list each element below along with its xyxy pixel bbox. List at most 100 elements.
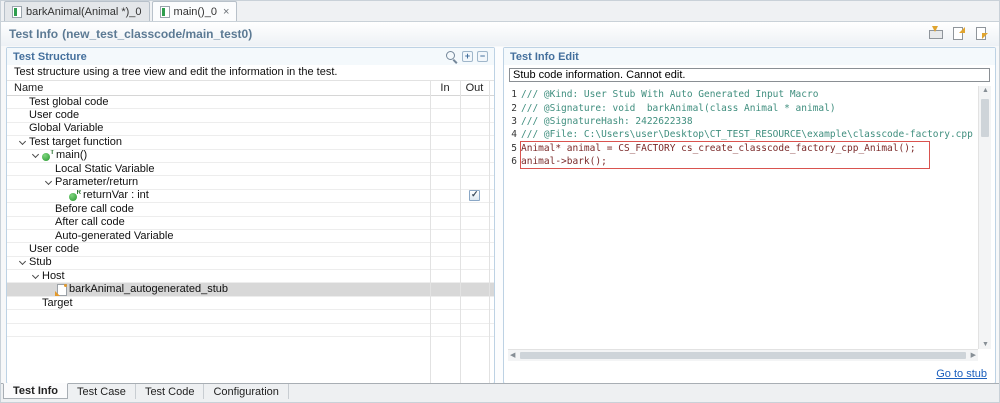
tree-row-name: barkAnimal_autogenerated_stub xyxy=(7,283,430,296)
view-tab-test-info[interactable]: Test Info xyxy=(3,383,69,399)
code-line: 4 /// @File: C:\Users\user\Desktop\CT_TES… xyxy=(508,128,977,141)
tree-row[interactable]: returnVar : int xyxy=(7,189,494,204)
chevron-down-icon[interactable] xyxy=(28,154,42,157)
tree-item-label: barkAnimal_autogenerated_stub xyxy=(69,283,229,296)
tree-item-label: Parameter/return xyxy=(55,177,139,189)
page-title: Test Info (new_test_classcode/main_test0) xyxy=(9,27,252,41)
tree-row-name: Host xyxy=(7,271,430,282)
code-text: /// @Signature: void barkAnimal(class An… xyxy=(521,102,836,114)
chevron-down-icon[interactable] xyxy=(41,181,55,184)
code-line: 5 Animal* animal = CS_FACTORY cs_create_c… xyxy=(508,142,977,155)
test-file-icon xyxy=(12,5,22,18)
scroll-left-icon[interactable]: ◀ xyxy=(510,351,515,359)
view-tab-test-code[interactable]: Test Code xyxy=(136,384,205,399)
import-icon[interactable] xyxy=(973,26,989,40)
search-icon[interactable] xyxy=(445,50,458,63)
test-info-edit-title: Test Info Edit xyxy=(510,50,579,63)
tree-cell-out xyxy=(460,189,489,202)
stub-icon xyxy=(55,283,67,296)
scroll-right-icon[interactable]: ▶ xyxy=(971,351,976,359)
view-tab-label: Configuration xyxy=(213,385,279,398)
method-icon xyxy=(42,150,54,162)
tree-row-name: User code xyxy=(7,110,430,121)
scroll-down-icon[interactable]: ▼ xyxy=(979,341,991,348)
vertical-scrollbar[interactable]: ▲ ▼ xyxy=(978,86,991,349)
tree-item-label: Target xyxy=(42,297,73,309)
tree-row[interactable]: User code xyxy=(7,243,494,257)
tree-row[interactable]: Test target function xyxy=(7,136,494,150)
tree-item-label: Auto-generated Variable xyxy=(55,230,174,242)
test-structure-tree: Name In Out Test global code User code Glo… xyxy=(7,80,494,383)
horizontal-scroll-thumb[interactable] xyxy=(520,352,966,359)
code-text: /// @Kind: User Stub With Auto Generated… xyxy=(521,89,819,101)
tree-row[interactable]: Stub xyxy=(7,257,494,271)
tree-row[interactable]: Target xyxy=(7,297,494,311)
column-divider xyxy=(460,81,461,383)
tree-row-name: Auto-generated Variable xyxy=(7,231,430,242)
vertical-scroll-thumb[interactable] xyxy=(981,99,989,137)
page-title-text: Test Info xyxy=(9,27,59,41)
code-lines: 1 /// @Kind: User Stub With Auto Generate… xyxy=(508,88,977,168)
tree-row[interactable]: Auto-generated Variable xyxy=(7,230,494,244)
tab-close-icon[interactable]: × xyxy=(223,6,229,17)
save-icon[interactable] xyxy=(927,26,943,40)
tree-row[interactable]: Before call code xyxy=(7,203,494,217)
tree-item-label: main() xyxy=(56,150,88,162)
tree-row[interactable]: Host xyxy=(7,270,494,284)
tree-row[interactable]: User code xyxy=(7,109,494,123)
tree-row[interactable]: Parameter/return xyxy=(7,176,494,190)
test-info-edit-header: Test Info Edit xyxy=(504,48,995,65)
line-number: 4 xyxy=(511,129,517,141)
tree-item-label: Stub xyxy=(29,257,52,269)
collapse-all-icon[interactable] xyxy=(477,51,488,62)
out-checkbox[interactable] xyxy=(469,189,480,202)
view-tab-test-case[interactable]: Test Case xyxy=(68,384,136,399)
tree-row xyxy=(7,324,494,338)
tree-row-name: User code xyxy=(7,244,430,255)
code-line: 1 /// @Kind: User Stub With Auto Generate… xyxy=(508,88,977,101)
goto-stub-link[interactable]: Go to stub xyxy=(936,368,987,380)
editor-tab-label: barkAnimal(Animal *)_0 xyxy=(26,5,142,18)
tree-row-name: Parameter/return xyxy=(7,177,430,188)
editor-tab[interactable]: main()_0 × xyxy=(151,1,238,21)
code-line: 2 /// @Signature: void barkAnimal(class A… xyxy=(508,101,977,114)
status-strip xyxy=(1,399,999,402)
test-structure-title: Test Structure xyxy=(13,50,87,63)
tree-column-headers: Name In Out xyxy=(7,81,494,96)
export-icon[interactable] xyxy=(950,26,966,40)
view-tab-label: Test Case xyxy=(77,385,126,398)
tree-item-label: Host xyxy=(42,270,65,282)
test-structure-panel: Test Structure Test structure using a tr… xyxy=(6,47,495,384)
tree-row[interactable]: main() xyxy=(7,150,494,163)
stub-code-viewer: 1 /// @Kind: User Stub With Auto Generate… xyxy=(508,86,991,361)
chevron-down-icon[interactable] xyxy=(15,141,29,144)
tree-row[interactable]: Test global code xyxy=(7,96,494,110)
view-tab-bar: Test Info Test Case Test Code Configuration xyxy=(1,383,999,399)
tree-row-name: returnVar : int xyxy=(7,190,430,202)
tree-row-name: Before call code xyxy=(7,204,430,215)
tree-row[interactable]: Local Static Variable xyxy=(7,163,494,177)
scroll-up-icon[interactable]: ▲ xyxy=(979,87,991,94)
horizontal-scrollbar[interactable]: ◀ ▶ xyxy=(508,349,978,361)
goto-stub-container: Go to stub xyxy=(936,368,987,380)
titlebar-toolbar xyxy=(927,26,989,40)
tree-item-label: User code xyxy=(29,110,80,122)
code-line: 6 animal->bark(); xyxy=(508,155,977,168)
tree-item-label: Before call code xyxy=(55,203,134,215)
editor-tab[interactable]: barkAnimal(Animal *)_0 xyxy=(4,1,150,21)
page-title-subtitle: (new_test_classcode/main_test0) xyxy=(62,27,253,41)
test-structure-description: Test structure using a tree view and edi… xyxy=(7,65,494,79)
tree-body: Test global code User code Global Variable… xyxy=(7,96,494,338)
column-header-name: Name xyxy=(14,82,44,94)
tree-row[interactable]: Global Variable xyxy=(7,123,494,137)
tree-row[interactable]: barkAnimal_autogenerated_stub xyxy=(7,283,494,297)
tree-row-name: Test target function xyxy=(7,137,430,148)
tree-row[interactable]: After call code xyxy=(7,217,494,230)
line-number: 5 xyxy=(511,142,517,154)
view-tab-configuration[interactable]: Configuration xyxy=(204,384,289,399)
tree-row-name: Local Static Variable xyxy=(7,164,430,175)
column-header-out: Out xyxy=(465,82,484,94)
chevron-down-icon[interactable] xyxy=(15,261,29,264)
expand-all-icon[interactable] xyxy=(462,51,473,62)
chevron-down-icon[interactable] xyxy=(28,275,42,278)
